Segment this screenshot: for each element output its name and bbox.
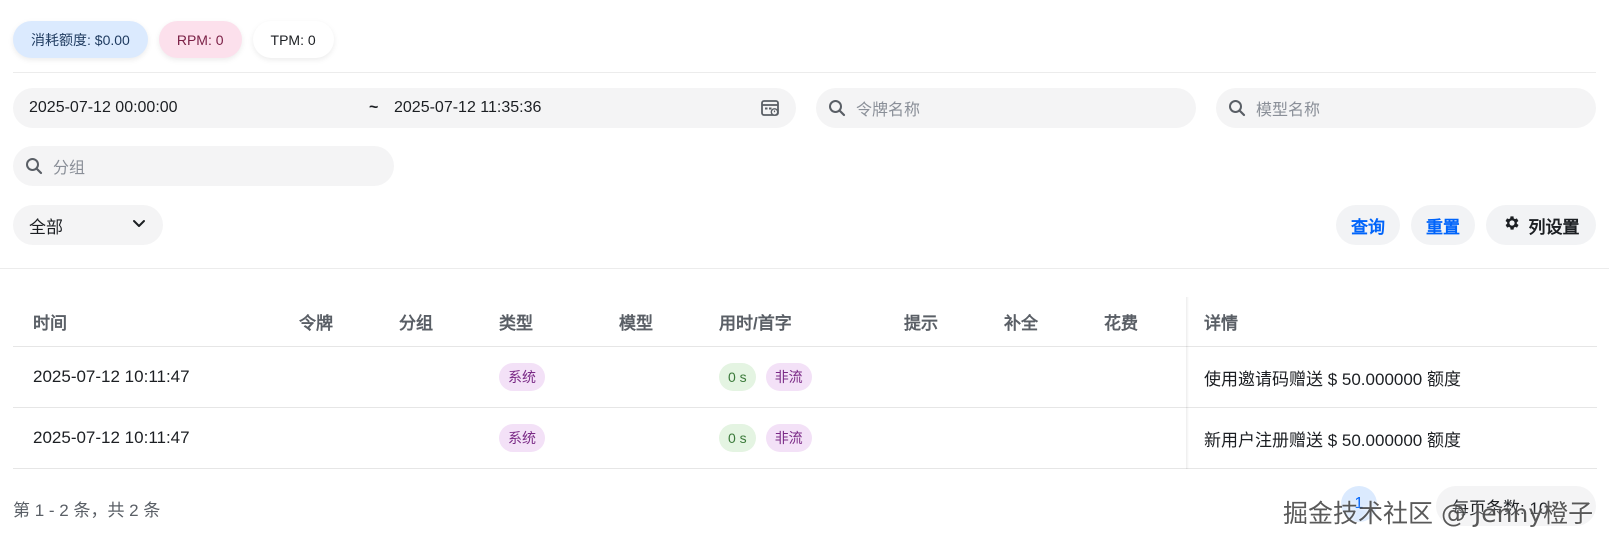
header-group[interactable]: 分组	[379, 309, 479, 334]
row-time: 2025-07-12 10:11:47	[33, 367, 190, 386]
header-completion[interactable]: 补全	[984, 309, 1084, 334]
header-model[interactable]: 模型	[599, 309, 699, 334]
header-duration[interactable]: 用时/首字	[699, 309, 884, 334]
logs-table: 时间 令牌 分组 类型 模型 用时/首字 提示 补全 花费 详情 2025-07…	[13, 297, 1597, 469]
stats-row: 消耗额度: $0.00 RPM: 0 TPM: 0	[13, 21, 334, 58]
stream-tag: 非流	[765, 424, 812, 452]
token-name-input[interactable]: 令牌名称	[816, 88, 1196, 128]
date-separator: ~	[369, 99, 379, 116]
row-duration: 0 s 非流	[699, 363, 884, 391]
row-type: 系统	[479, 424, 599, 452]
duration-tag: 0 s	[719, 363, 756, 391]
table-row[interactable]: 2025-07-12 10:11:47 系统 0 s 非流 使用邀请码赠送 $ …	[13, 347, 1597, 408]
group-input[interactable]: 分组	[13, 146, 394, 186]
chevron-down-icon	[131, 215, 147, 236]
model-name-placeholder: 模型名称	[1256, 102, 1321, 119]
search-icon	[25, 157, 43, 175]
calendar-icon[interactable]	[760, 98, 780, 118]
header-prompt[interactable]: 提示	[884, 309, 984, 334]
row-time: 2025-07-12 10:11:47	[33, 428, 190, 447]
table-header: 时间 令牌 分组 类型 模型 用时/首字 提示 补全 花费 详情	[13, 297, 1597, 347]
header-type[interactable]: 类型	[479, 309, 599, 334]
type-tag: 系统	[499, 363, 545, 391]
group-placeholder: 分组	[53, 160, 86, 177]
row-detail: 新用户注册赠送 $ 50.000000 额度	[1204, 430, 1461, 450]
column-settings-button[interactable]: 列设置	[1486, 205, 1596, 245]
gear-icon	[1503, 214, 1521, 237]
token-name-placeholder: 令牌名称	[856, 102, 921, 119]
header-token[interactable]: 令牌	[279, 309, 379, 334]
tpm-stat-badge: TPM: 0	[252, 21, 334, 58]
header-detail[interactable]: 详情	[1184, 309, 1597, 334]
watermark: 掘金技术社区 @ Jenny橙子	[1283, 499, 1594, 528]
log-type-select[interactable]: 全部	[13, 205, 163, 245]
header-time[interactable]: 时间	[13, 309, 279, 334]
row-type: 系统	[479, 363, 599, 391]
rpm-stat-badge: RPM: 0	[158, 21, 242, 58]
log-type-value: 全部	[29, 217, 63, 237]
row-duration: 0 s 非流	[699, 424, 884, 452]
divider-table	[0, 268, 1609, 269]
end-time-value[interactable]: 2025-07-12 11:35:36	[394, 99, 760, 117]
reset-button[interactable]: 重置	[1411, 205, 1475, 245]
model-name-input[interactable]: 模型名称	[1216, 88, 1596, 128]
usage-log-page: 消耗额度: $0.00 RPM: 0 TPM: 0 2025-07-12 00:…	[0, 0, 1609, 546]
date-range-picker[interactable]: 2025-07-12 00:00:00 ~ 2025-07-12 11:35:3…	[13, 88, 796, 128]
fixed-column-shadow	[1186, 297, 1189, 469]
start-time-value[interactable]: 2025-07-12 00:00:00	[29, 99, 369, 117]
search-icon	[1228, 99, 1246, 117]
pagination-info: 第 1 - 2 条，共 2 条	[13, 501, 161, 520]
duration-tag: 0 s	[719, 424, 756, 452]
column-settings-label: 列设置	[1528, 217, 1580, 237]
query-button[interactable]: 查询	[1336, 205, 1400, 245]
search-icon	[828, 99, 846, 117]
type-tag: 系统	[499, 424, 545, 452]
stream-tag: 非流	[765, 363, 812, 391]
header-cost[interactable]: 花费	[1084, 309, 1184, 334]
table-row[interactable]: 2025-07-12 10:11:47 系统 0 s 非流 新用户注册赠送 $ …	[13, 408, 1597, 469]
quota-stat-badge: 消耗额度: $0.00	[13, 21, 148, 58]
row-detail: 使用邀请码赠送 $ 50.000000 额度	[1204, 369, 1461, 389]
divider-top	[13, 72, 1596, 73]
